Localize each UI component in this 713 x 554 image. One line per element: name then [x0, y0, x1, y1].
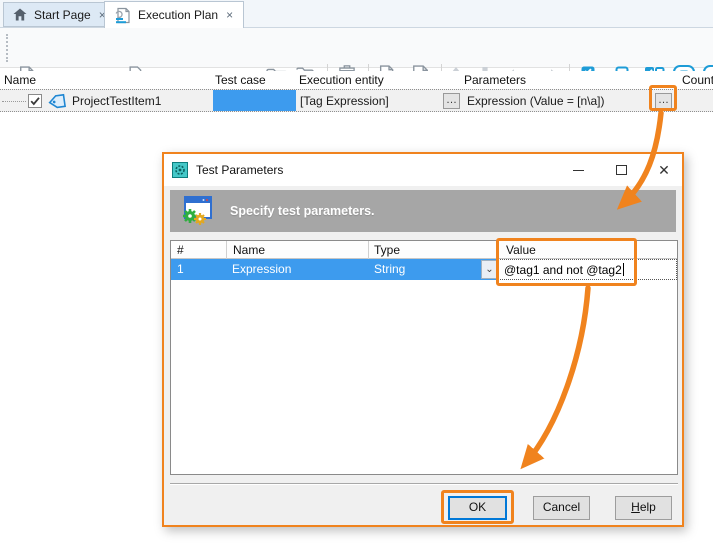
test-item-row[interactable]: ProjectTestItem1 [Tag Expression] … Expr… — [0, 89, 713, 112]
column-header-count[interactable]: Count — [682, 73, 713, 87]
column-divider[interactable] — [368, 241, 369, 259]
dialog-banner: Specify test parameters. — [170, 190, 676, 232]
column-header-execution-entity[interactable]: Execution entity — [299, 73, 384, 87]
parameters-grid-header: # Name Type Value — [171, 241, 677, 259]
test-item-tag-icon — [48, 93, 66, 109]
toolbar-grip[interactable] — [6, 34, 9, 62]
param-column-value[interactable]: Value — [506, 243, 536, 257]
help-rest: elp — [639, 500, 656, 514]
param-type-cell[interactable]: String — [368, 259, 498, 280]
tab-label: Start Page — [34, 7, 91, 22]
param-column-type[interactable]: Type — [374, 243, 400, 257]
banner-text: Specify test parameters. — [230, 204, 375, 218]
param-num-cell[interactable]: 1 — [171, 259, 226, 280]
tree-connector — [2, 101, 26, 102]
dialog-title-bar[interactable]: Test Parameters — [164, 154, 682, 186]
test-case-cell-selected[interactable] — [213, 90, 296, 111]
param-column-num[interactable]: # — [177, 243, 184, 257]
dialog-title: Test Parameters — [196, 163, 284, 177]
minimize-icon — [572, 169, 584, 171]
tab-execution-plan[interactable]: Execution Plan × — [104, 1, 245, 28]
param-column-name[interactable]: Name — [233, 243, 265, 257]
tab-bar: Start Page × Execution Plan × — [0, 0, 713, 28]
test-item-name[interactable]: ProjectTestItem1 — [72, 94, 161, 108]
param-name-cell[interactable]: Expression — [226, 259, 368, 280]
home-icon — [13, 8, 27, 21]
param-value-text: @tag1 and not @tag2 — [504, 263, 622, 277]
main-grid-header: Name Test case Execution entity Paramete… — [0, 71, 713, 89]
parameters-ellipsis-button[interactable]: … — [655, 93, 672, 109]
parameters-value[interactable]: Expression (Value = [n\a]) — [467, 94, 605, 108]
close-icon[interactable]: × — [225, 8, 234, 22]
column-header-parameters[interactable]: Parameters — [464, 73, 526, 87]
check-mark-icon — [30, 97, 40, 106]
row-checkbox[interactable] — [28, 94, 42, 108]
maximize-button[interactable] — [607, 159, 635, 181]
execution-entity-value[interactable]: [Tag Expression] — [300, 94, 389, 108]
close-button[interactable]: ✕ — [650, 159, 678, 181]
close-icon: ✕ — [658, 162, 670, 178]
maximize-icon — [615, 165, 627, 175]
app-window: Start Page × Execution Plan × New Test I — [0, 0, 713, 554]
param-value-input[interactable]: @tag1 and not @tag2 — [498, 259, 677, 280]
tab-start-page[interactable]: Start Page × — [3, 2, 117, 27]
cancel-button[interactable]: Cancel — [533, 496, 590, 520]
ok-button[interactable]: OK — [448, 496, 507, 520]
column-header-test-case[interactable]: Test case — [215, 73, 266, 87]
help-initial: H — [631, 500, 640, 514]
column-divider[interactable] — [226, 241, 227, 259]
test-parameters-dialog: Test Parameters ✕ Specify test parameter… — [162, 152, 684, 527]
type-dropdown-button[interactable]: ⌄ — [481, 260, 498, 279]
parameters-grid: # Name Type Value 1 Expression String ⌄ … — [170, 240, 678, 475]
test-parameters-icon — [172, 162, 188, 178]
minimize-button[interactable] — [564, 159, 592, 181]
column-header-name[interactable]: Name — [4, 73, 36, 87]
dialog-banner-icon — [183, 196, 212, 225]
text-caret — [622, 263, 624, 276]
execution-entity-ellipsis-button[interactable]: … — [443, 93, 460, 109]
button-separator — [170, 483, 678, 485]
parameter-row[interactable]: 1 Expression String ⌄ @tag1 and not @tag… — [171, 259, 677, 280]
column-divider[interactable] — [498, 241, 499, 259]
execution-plan-icon — [115, 7, 130, 23]
toolbar: New Test Item New Child Test Item — [0, 28, 713, 88]
tab-label: Execution Plan — [138, 8, 219, 22]
help-button[interactable]: Help — [615, 496, 672, 520]
